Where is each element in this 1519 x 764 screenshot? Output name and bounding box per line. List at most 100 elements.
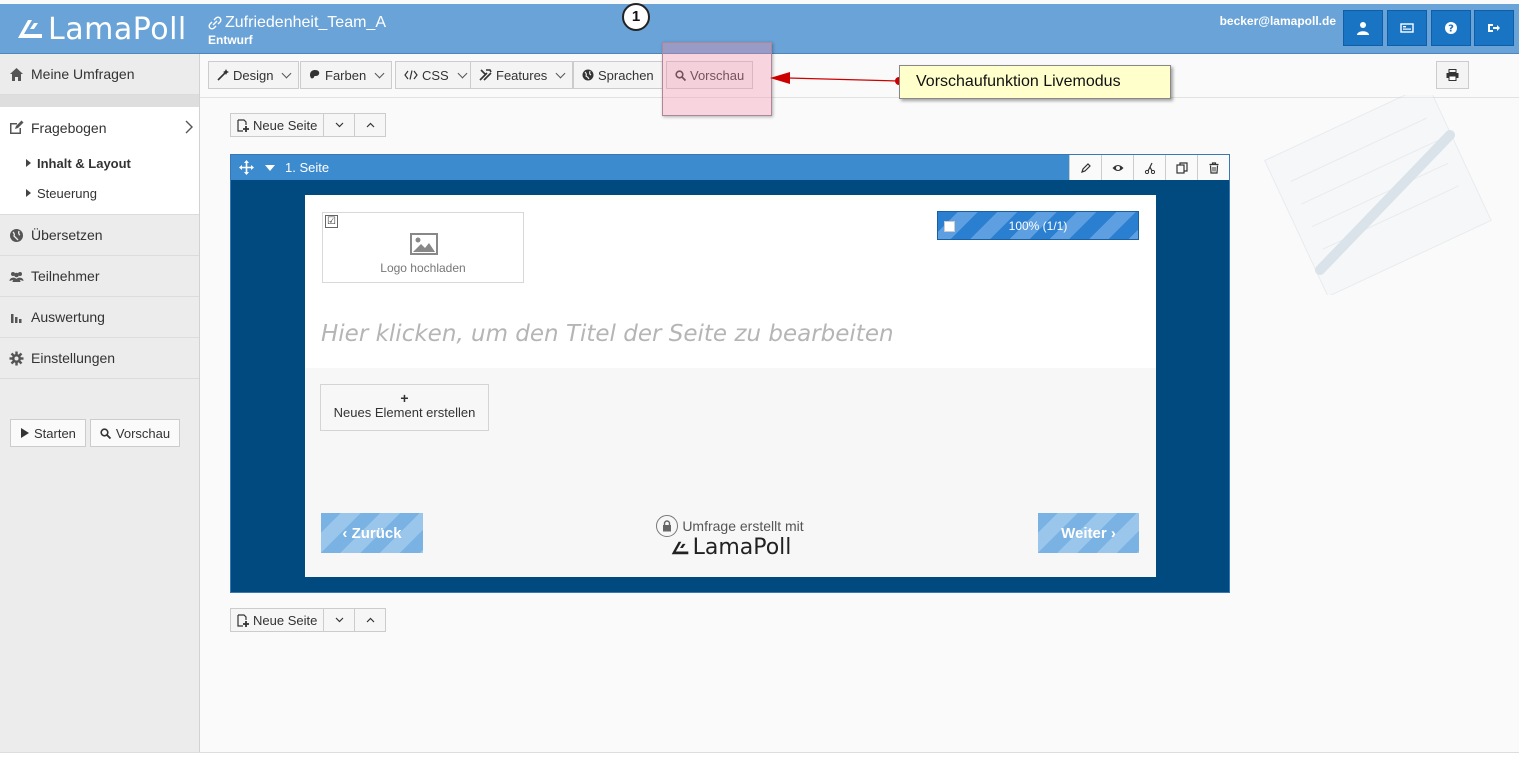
brand-name: LamaPoll (692, 535, 792, 560)
chevron-right-icon (185, 120, 193, 134)
logo-upload-area[interactable]: ☑ Logo hochladen (322, 212, 524, 283)
sidebar-item-label: Fragebogen (31, 119, 107, 136)
caret-right-icon (26, 159, 31, 167)
preview-highlight (662, 42, 772, 116)
add-page-icon (237, 613, 249, 627)
new-element-button[interactable]: + Neues Element erstellen (320, 384, 489, 431)
logo-visible-checkbox[interactable]: ☑ (325, 215, 338, 228)
bar-chart-icon (11, 313, 22, 323)
collapse-button[interactable] (354, 608, 387, 632)
logout-button[interactable] (1474, 10, 1514, 46)
back-button[interactable]: ‹ Zurück (321, 513, 423, 553)
add-page-icon (237, 118, 249, 132)
tools-icon (479, 69, 492, 81)
globe-icon (10, 228, 23, 242)
sidebar-item-settings[interactable]: Einstellungen (0, 338, 199, 379)
eye-icon (1112, 164, 1123, 171)
globe-icon (582, 69, 594, 81)
features-dropdown[interactable]: Features (470, 61, 574, 89)
page-name[interactable]: 1. Seite (285, 160, 329, 175)
languages-button[interactable]: Sprachen (573, 61, 663, 89)
print-button[interactable] (1436, 61, 1469, 89)
account-button[interactable] (1387, 10, 1427, 46)
sidebar-preview-button[interactable]: Vorschau (89, 419, 181, 447)
page-top-area: ☑ Logo hochladen 100% (1/1) Hier klicken… (305, 195, 1156, 368)
css-label: CSS (422, 67, 449, 83)
page-title-placeholder[interactable]: Hier klicken, um den Titel der Seite zu … (321, 321, 894, 347)
svg-text:?: ? (1448, 24, 1454, 35)
cut-page-button[interactable] (1133, 155, 1165, 180)
sidebar-group-questionnaire: Fragebogen Inhalt & Layout Steuerung (0, 107, 199, 215)
page-tools (1069, 155, 1229, 180)
profile-button[interactable] (1343, 10, 1383, 46)
sidebar-subitem-control[interactable]: Steuerung (0, 178, 199, 208)
sidebar-item-label: Teilnehmer (31, 268, 100, 284)
logout-icon (1488, 24, 1500, 32)
survey-status: Entwurf (208, 33, 253, 47)
user-email: becker@lamapoll.de (1219, 14, 1336, 28)
link-icon (208, 16, 222, 30)
sidebar-item-translate[interactable]: Übersetzen (0, 215, 199, 256)
sidebar-item-analysis[interactable]: Auswertung (0, 297, 199, 338)
chevron-down-icon (457, 68, 468, 78)
logo-text: LamaPoll (48, 11, 187, 47)
sidebar-item-label: Übersetzen (31, 227, 103, 243)
move-handle[interactable] (231, 160, 261, 175)
delete-page-button[interactable] (1197, 155, 1229, 180)
view-page-button[interactable] (1101, 155, 1133, 180)
gear-icon (9, 351, 24, 365)
created-with-label: Umfrage erstellt mit (682, 518, 804, 534)
help-button[interactable]: ? (1431, 10, 1471, 46)
sidebar-item-my-surveys[interactable]: Meine Umfragen (0, 54, 199, 95)
footer-branding: Umfrage erstellt mit LamaPoll (645, 515, 815, 560)
collapse-page-icon[interactable] (265, 164, 275, 171)
play-icon (21, 428, 29, 438)
colors-dropdown[interactable]: Farben (300, 61, 393, 89)
survey-title[interactable]: Zufriedenheit_Team_A (208, 14, 386, 32)
copy-page-button[interactable] (1165, 155, 1197, 180)
sidebar: Meine Umfragen Fragebogen Inhalt & Layou… (0, 54, 200, 754)
new-page-button[interactable]: Neue Seite (230, 113, 325, 137)
page-header: 1. Seite (231, 155, 1229, 180)
sidebar-actions: Starten Vorschau (10, 419, 181, 447)
start-button[interactable]: Starten (10, 419, 86, 447)
copy-icon (1175, 161, 1188, 174)
question-icon: ? (1445, 22, 1457, 35)
collapse-button[interactable] (354, 113, 387, 137)
lock-icon (656, 515, 679, 537)
sidebar-item-questionnaire[interactable]: Fragebogen (0, 107, 199, 148)
palette-icon (310, 70, 320, 79)
new-page-label: Neue Seite (253, 117, 318, 133)
new-element-label: Neues Element erstellen (333, 405, 476, 420)
page-dropdown-button[interactable] (323, 608, 356, 632)
code-icon (404, 70, 418, 80)
sidebar-item-label: Auswertung (31, 309, 105, 325)
design-dropdown[interactable]: Design (208, 61, 300, 89)
move-icon (238, 160, 254, 175)
preview-button-label: Vorschau (115, 425, 171, 441)
new-page-button[interactable]: Neue Seite (230, 608, 325, 632)
chevron-down-icon (374, 68, 385, 78)
chevron-down-icon (335, 122, 344, 128)
scissors-icon (1144, 162, 1155, 174)
annotation-box: Vorschaufunktion Livemodus (899, 65, 1171, 99)
notepad-pen-decoration (1263, 95, 1492, 295)
sidebar-divider (0, 95, 199, 107)
image-icon (410, 233, 438, 255)
sidebar-item-label: Meine Umfragen (31, 66, 135, 82)
sidebar-item-participants[interactable]: Teilnehmer (0, 256, 199, 297)
logo-upload-label: Logo hochladen (380, 261, 466, 275)
sidebar-subitem-label: Steuerung (37, 185, 97, 201)
chevron-down-icon (282, 68, 292, 78)
css-dropdown[interactable]: CSS (395, 61, 475, 89)
next-button[interactable]: Weiter › (1038, 513, 1139, 553)
page-dropdown-button[interactable] (323, 113, 356, 137)
app-logo[interactable]: LamaPoll (16, 10, 187, 48)
edit-page-button[interactable] (1069, 155, 1101, 180)
caret-right-icon (26, 189, 31, 197)
sidebar-subitem-content-layout[interactable]: Inhalt & Layout (0, 148, 199, 178)
callout-number: 1 (622, 3, 650, 31)
magic-wand-icon (217, 69, 229, 81)
page-controls-top: Neue Seite (230, 113, 387, 137)
bottom-edge (0, 752, 1519, 764)
